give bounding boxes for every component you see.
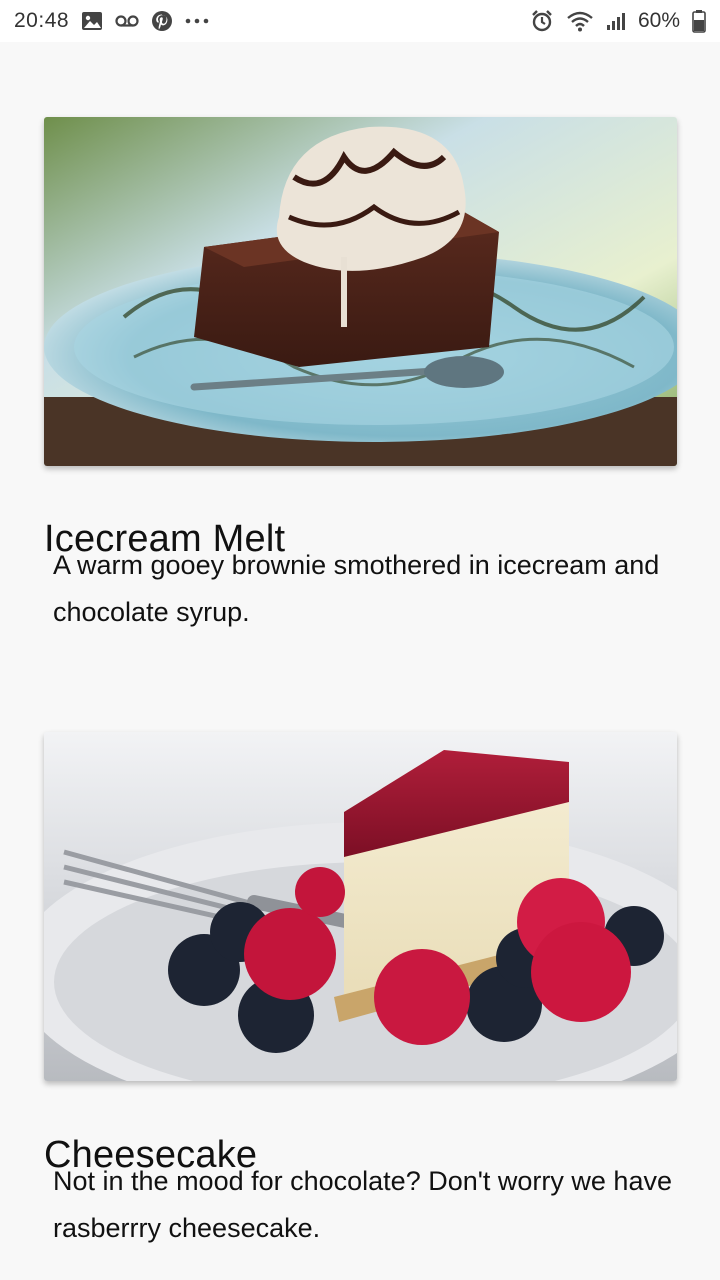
status-bar-left: 20:48 [14, 9, 209, 33]
signal-icon [606, 11, 626, 31]
status-bar-right: 60% [530, 9, 706, 33]
battery-icon [692, 9, 706, 33]
image-icon [81, 11, 103, 31]
pinterest-icon [151, 10, 173, 32]
card-image-cheesecake[interactable] [44, 732, 677, 1081]
status-bar: 20:48 60% [0, 0, 720, 42]
alarm-icon [530, 9, 554, 33]
card-description: A warm gooey brownie smothered in icecre… [53, 550, 660, 627]
battery-percentage: 60% [637, 9, 680, 32]
card-image-icecream-melt[interactable] [44, 117, 677, 466]
voicemail-icon [115, 14, 139, 28]
status-time: 20:48 [14, 9, 70, 32]
more-dots-icon [185, 18, 209, 24]
card-description: Not in the mood for chocolate? Don't wor… [53, 1166, 672, 1243]
wifi-icon [566, 10, 594, 32]
